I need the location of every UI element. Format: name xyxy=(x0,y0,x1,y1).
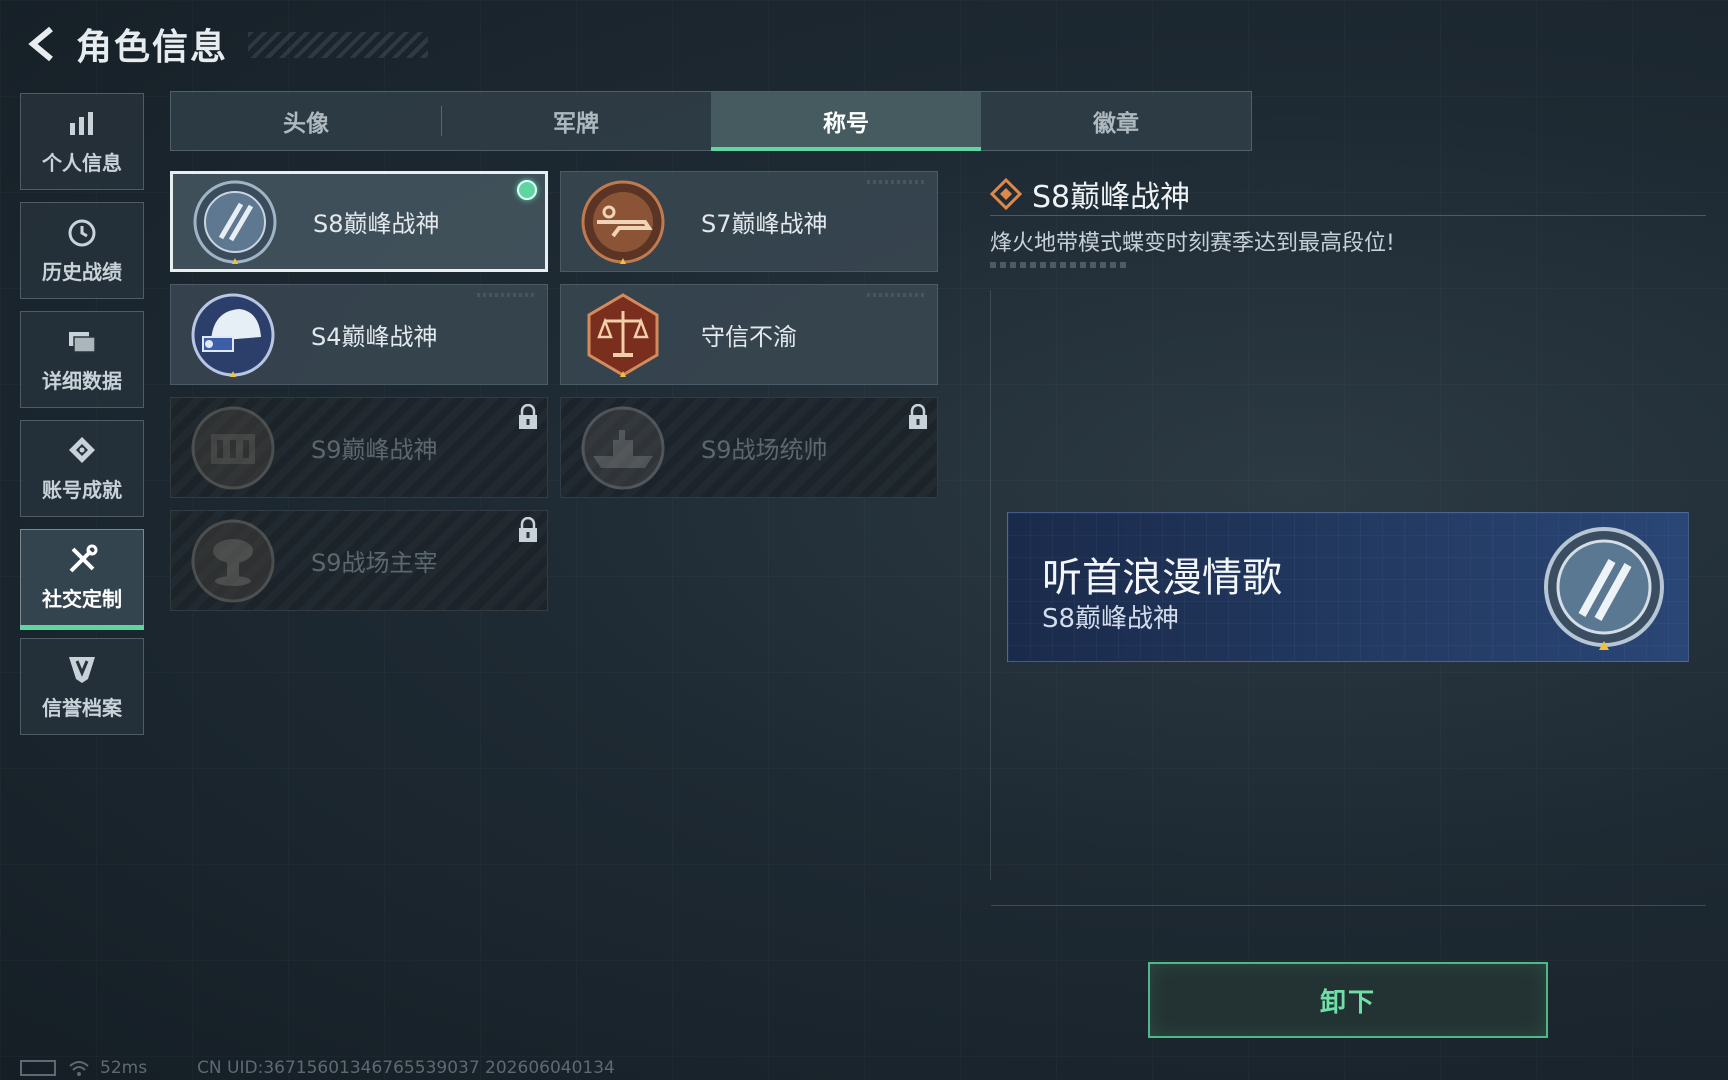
tab-dog-tag[interactable]: 军牌 xyxy=(441,92,711,150)
fortress-medal-icon xyxy=(189,404,277,492)
rifle-medal-bronze-icon xyxy=(579,178,667,266)
user-uid: CN UID:367156013467655390​37 20260604013… xyxy=(197,1058,615,1078)
ping-value: 52ms xyxy=(100,1058,148,1078)
sidebar-item-label: 详细数据 xyxy=(42,369,122,393)
title-card-s4-peak[interactable]: S4巅峰战神 xyxy=(170,284,548,385)
title-name: S9巅峰战神 xyxy=(311,436,438,464)
title-name: S8巅峰战神 xyxy=(313,210,440,238)
title-name: S4巅峰战神 xyxy=(311,323,438,351)
sidebar-item-credit[interactable]: 信誉档案 xyxy=(20,638,144,735)
card-decoration xyxy=(477,293,537,297)
detail-title-name: S8巅峰战神 xyxy=(1032,180,1191,215)
sidebar-item-label: 个人信息 xyxy=(42,151,122,175)
unequip-label: 卸下 xyxy=(1319,987,1376,1018)
page-title: 角色信息 xyxy=(76,27,229,68)
sidebar: 个人信息 历史战绩 详细数据 账号成就 社交定制 信誉档案 xyxy=(20,93,144,747)
detail-decoration xyxy=(990,262,1126,268)
title-card-s8-peak[interactable]: S8巅峰战神 xyxy=(170,171,548,272)
sidebar-item-label: 历史战绩 xyxy=(42,260,122,284)
sidebar-item-history[interactable]: 历史战绩 xyxy=(20,202,144,299)
title-card-s9-dominator[interactable]: S9战场主宰 xyxy=(170,510,548,611)
title-card-s7-peak[interactable]: S7巅峰战神 xyxy=(560,171,938,272)
sidebar-item-label: 社交定制 xyxy=(42,587,122,611)
tab-title[interactable]: 称号 xyxy=(711,92,981,151)
sidebar-item-label: 账号成就 xyxy=(42,478,122,502)
tools-icon xyxy=(65,543,99,577)
card-decoration xyxy=(867,180,927,184)
equipped-indicator xyxy=(517,180,537,200)
preview-player-name: 听首浪漫情歌 xyxy=(1042,555,1282,601)
title-diamond-icon xyxy=(990,178,1022,210)
tab-badge[interactable]: 徽章 xyxy=(981,92,1251,150)
title-card-s9-commander[interactable]: S9战场统帅 xyxy=(560,397,938,498)
sidebar-item-details[interactable]: 详细数据 xyxy=(20,311,144,408)
detail-divider xyxy=(990,215,1706,216)
history-clock-icon xyxy=(65,216,99,250)
status-footer: 52ms CN UID:367156013467655390​37 202606… xyxy=(20,1057,615,1079)
title-name: S9战场主宰 xyxy=(311,549,438,577)
warship-medal-icon xyxy=(579,404,667,492)
folder-icon xyxy=(65,325,99,359)
title-name: S7巅峰战神 xyxy=(701,210,828,238)
bar-chart-icon xyxy=(65,107,99,141)
lock-icon xyxy=(519,404,537,429)
lock-icon xyxy=(909,404,927,429)
preview-title: S8巅峰战神 xyxy=(1042,604,1180,634)
unequip-button[interactable]: 卸下 xyxy=(1148,962,1548,1038)
achievement-icon xyxy=(65,434,99,468)
detail-header: S8巅峰战神 xyxy=(990,172,1190,216)
scales-medal-red-icon xyxy=(579,291,667,379)
sidebar-item-social-custom[interactable]: 社交定制 xyxy=(20,529,144,630)
tab-avatar[interactable]: 头像 xyxy=(171,92,441,150)
wifi-icon xyxy=(69,1061,89,1076)
header: 角色信息 xyxy=(20,18,428,70)
title-name: 守信不渝 xyxy=(701,323,797,351)
detail-description: 烽火地带模式蝶变时刻赛季达到最高段位! xyxy=(990,231,1395,256)
title-card-keep-faith[interactable]: 守信不渝 xyxy=(560,284,938,385)
card-decoration xyxy=(867,293,927,297)
peak-medal-large-icon xyxy=(1538,523,1670,655)
battery-icon xyxy=(20,1060,56,1076)
sidebar-item-label: 信誉档案 xyxy=(42,696,122,720)
credit-shield-icon xyxy=(65,652,99,686)
helmet-medal-blue-icon xyxy=(189,291,277,379)
sidebar-item-achievements[interactable]: 账号成就 xyxy=(20,420,144,517)
category-tabs: 头像 军牌 称号 徽章 xyxy=(170,91,1252,151)
title-name: S9战场统帅 xyxy=(701,436,828,464)
back-arrow-icon xyxy=(28,26,53,62)
title-card-s9-peak[interactable]: S9巅峰战神 xyxy=(170,397,548,498)
mushroom-cloud-medal-icon xyxy=(189,517,277,605)
title-decoration xyxy=(248,32,428,58)
sidebar-item-personal-info[interactable]: 个人信息 xyxy=(20,93,144,190)
title-preview-banner: 听首浪漫情歌 S8巅峰战神 xyxy=(1007,512,1689,662)
peak-medal-blue-icon xyxy=(191,178,279,266)
lock-icon xyxy=(519,517,537,542)
back-button[interactable] xyxy=(20,22,64,66)
